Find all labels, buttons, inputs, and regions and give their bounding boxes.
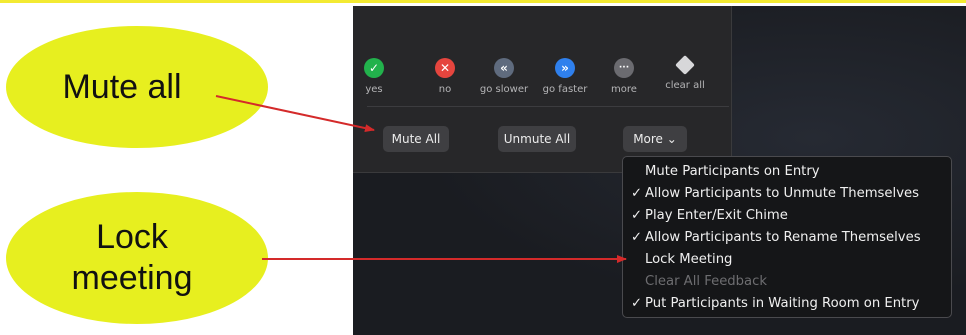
annotation-arrows — [215, 95, 627, 263]
arrow-to-mute-all — [215, 95, 375, 133]
